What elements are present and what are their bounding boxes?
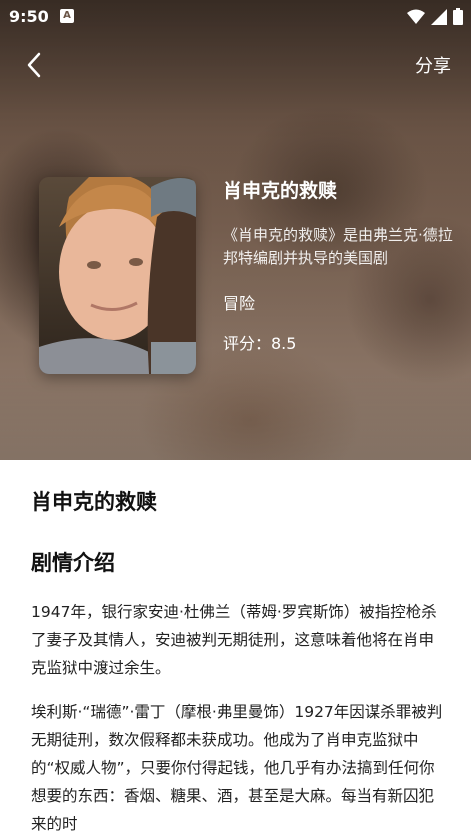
back-button[interactable]: [16, 47, 52, 83]
movie-genre: 冒险: [223, 294, 256, 313]
movie-title: 肖申克的救赎: [223, 180, 338, 202]
status-bar: 9:50 A: [0, 0, 471, 34]
chevron-left-icon: [27, 52, 41, 78]
movie-rating: 评分：8.5: [223, 334, 297, 353]
plot-paragraph: 1947年，银行家安迪·杜佛兰（蒂姆·罗宾斯饰）被指控枪杀了妻子及其情人，安迪被…: [31, 603, 437, 677]
plot-paragraph: 埃利斯·“瑞德”·雷丁（摩根·弗里曼饰）1927年因谋杀罪被判无期徒刑，数次假释…: [31, 703, 443, 833]
share-button[interactable]: 分享: [415, 52, 451, 78]
notification-icon: A: [60, 9, 74, 23]
movie-poster: [39, 177, 196, 374]
status-time: 9:50: [9, 7, 49, 26]
detail-title: 肖申克的救赎: [31, 490, 157, 514]
plot-section-title: 剧情介绍: [31, 551, 115, 575]
poster-image: [39, 177, 196, 374]
status-icons: [407, 8, 463, 25]
top-nav: 分享: [0, 45, 471, 85]
wifi-icon: [407, 9, 425, 24]
movie-description: 《肖申克的救赎》是由弗兰克·德拉邦特编剧并执导的美国剧: [223, 226, 453, 267]
battery-icon: [453, 8, 463, 25]
detail-sheet[interactable]: 肖申克的救赎 剧情介绍 1947年，银行家安迪·杜佛兰（蒂姆·罗宾斯饰）被指控枪…: [0, 460, 471, 839]
movie-info: 肖申克的救赎 《肖申克的救赎》是由弗兰克·德拉邦特编剧并执导的美国剧 冒险 评分…: [223, 176, 455, 356]
signal-icon: [431, 8, 447, 25]
